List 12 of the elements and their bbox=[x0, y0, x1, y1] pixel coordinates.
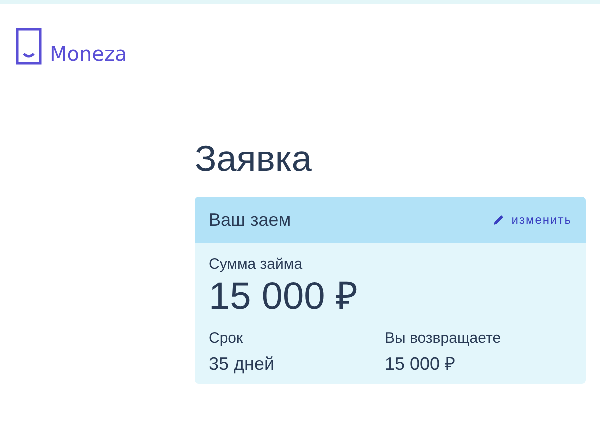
amount-label: Сумма займа bbox=[209, 255, 304, 275]
logo-icon bbox=[16, 28, 42, 65]
detail-label: Вы возвращаете bbox=[385, 329, 502, 349]
card-title: Ваш заем bbox=[209, 210, 292, 230]
detail-value: 35 дней bbox=[209, 353, 276, 376]
edit-link[interactable]: изменить bbox=[492, 213, 572, 227]
page-title: Заявка bbox=[195, 139, 313, 179]
detail-label: Срок bbox=[209, 329, 244, 349]
detail-value: 15 000 ₽ bbox=[385, 353, 456, 376]
logo-text: Moneza bbox=[50, 43, 128, 65]
amount-value: 15 000 ₽ bbox=[209, 275, 359, 319]
pencil-icon bbox=[492, 214, 505, 226]
